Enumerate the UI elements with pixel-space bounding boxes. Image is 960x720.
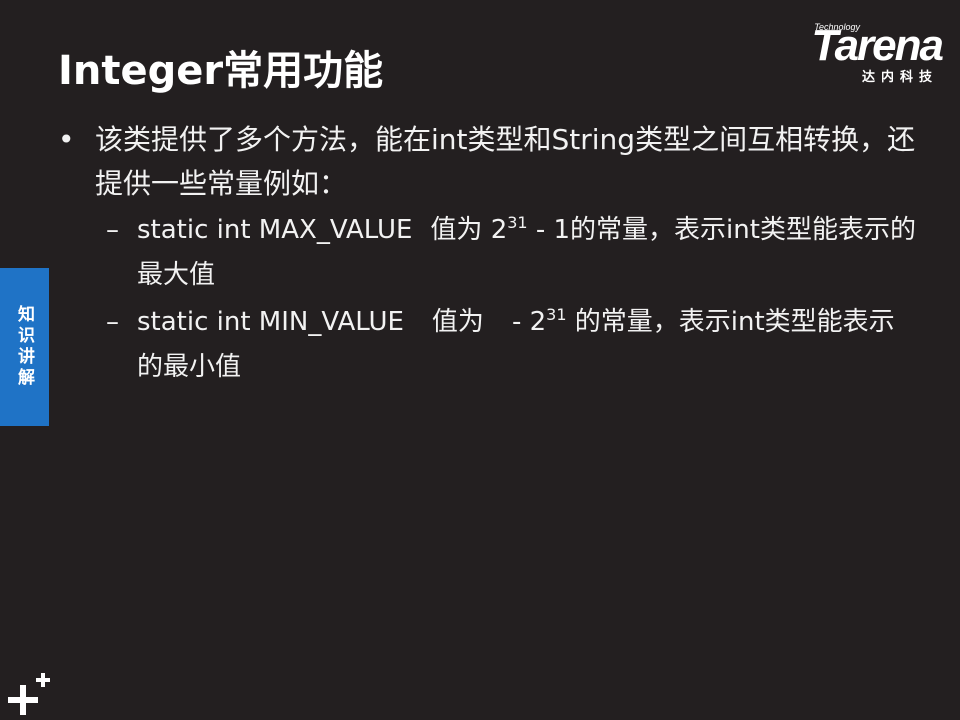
bullet-item: • 该类提供了多个方法，能在int类型和String类型之间互相转换，还提供一些… bbox=[58, 118, 918, 206]
sub-item-code: static int MIN_VALUE bbox=[137, 307, 404, 337]
side-tab-knowledge: 知识讲解 bbox=[0, 268, 49, 426]
sub-item-code: static int MAX_VALUE bbox=[137, 215, 413, 245]
slide-content: • 该类提供了多个方法，能在int类型和String类型之间互相转换，还提供一些… bbox=[58, 118, 918, 390]
side-tab-label: 知识讲解 bbox=[14, 305, 34, 389]
sub-item-base: - 2 bbox=[511, 307, 547, 337]
sub-item-exponent: 31 bbox=[507, 213, 528, 232]
plus-decoration-icon bbox=[8, 673, 50, 715]
page-title: Integer常用功能 bbox=[58, 48, 384, 94]
sub-item-base: 2 bbox=[490, 215, 508, 245]
sub-item-max: – static int MAX_VALUE 值为 231 - 1的常量，表示in… bbox=[58, 208, 918, 298]
sub-item-label: 值为 bbox=[430, 215, 483, 245]
logo-chinese-text: 达内科技 bbox=[861, 70, 938, 85]
sub-marker: – bbox=[106, 215, 119, 245]
bullet-marker: • bbox=[58, 123, 75, 156]
sub-marker: – bbox=[106, 307, 119, 337]
sub-item-exponent: 31 bbox=[546, 305, 567, 324]
bullet-text: 该类提供了多个方法，能在int类型和String类型之间互相转换，还提供一些常量… bbox=[95, 123, 916, 200]
sub-item-min: – static int MIN_VALUE 值为 - 231 的常量，表示int类… bbox=[58, 300, 918, 390]
sub-item-label: 值为 bbox=[431, 307, 484, 337]
tarena-logo: Technology Tarena 达内科技 bbox=[772, 21, 944, 85]
logo-brand-text: Tarena bbox=[811, 21, 944, 70]
